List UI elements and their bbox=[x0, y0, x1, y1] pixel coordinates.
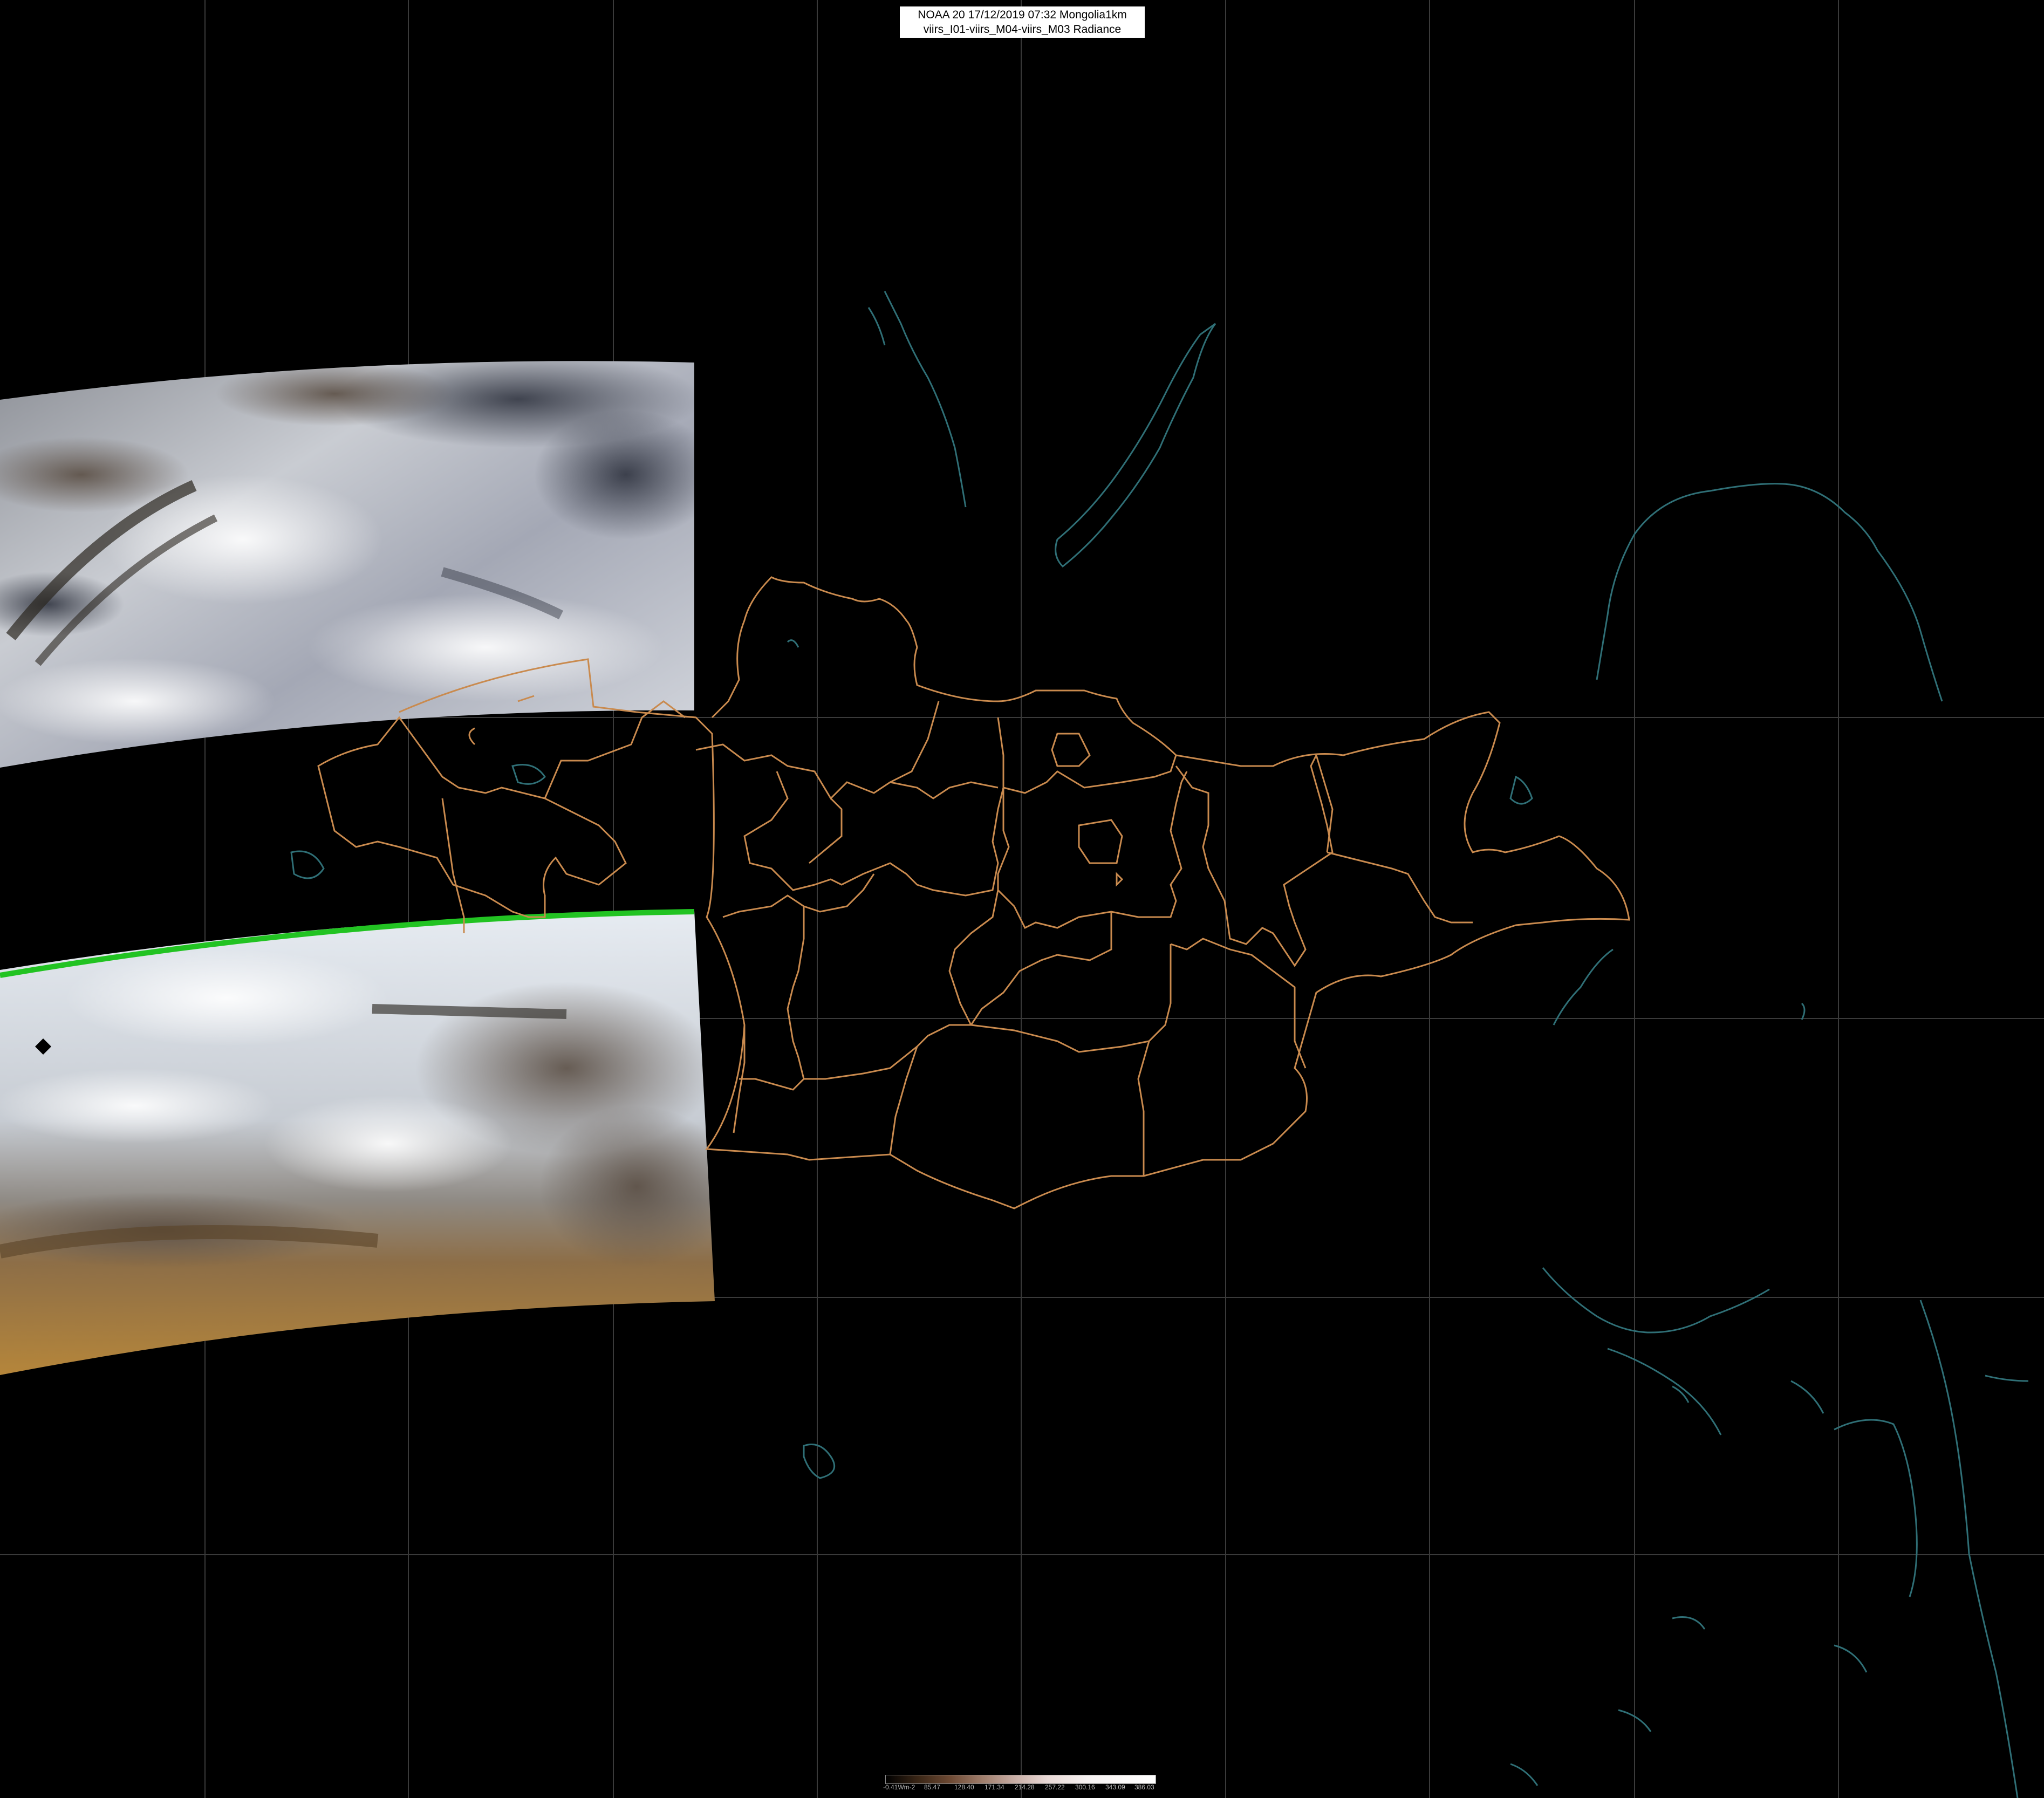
legend-label: 85.47 bbox=[924, 1783, 941, 1791]
legend-label: 343.09 bbox=[1105, 1783, 1125, 1791]
title-line-1: NOAA 20 17/12/2019 07:32 Mongolia1km bbox=[918, 9, 1127, 21]
legend-label: -0.41Wm-2 bbox=[883, 1783, 915, 1791]
legend-label: 386.03 bbox=[1134, 1783, 1154, 1791]
legend-labels: -0.41Wm-2 85.47 128.40 171.34 214.28 257… bbox=[881, 1783, 1159, 1792]
legend-label: 300.16 bbox=[1075, 1783, 1095, 1791]
legend-label: 128.40 bbox=[954, 1783, 974, 1791]
legend-label: 171.34 bbox=[985, 1783, 1004, 1791]
color-scale-bar bbox=[885, 1775, 1156, 1784]
legend-label: 214.28 bbox=[1015, 1783, 1035, 1791]
legend-label: 257.22 bbox=[1045, 1783, 1065, 1791]
title-line-2: viirs_I01-viirs_M04-viirs_M03 Radiance bbox=[923, 23, 1122, 36]
graticule bbox=[0, 0, 2044, 1798]
satellite-map bbox=[0, 0, 2044, 1798]
image-title: NOAA 20 17/12/2019 07:32 Mongolia1km vii… bbox=[900, 6, 1145, 38]
radiance-legend: -0.41Wm-2 85.47 128.40 171.34 214.28 257… bbox=[881, 1775, 1159, 1794]
satellite-swath-north bbox=[0, 361, 694, 768]
satellite-swath-south bbox=[0, 911, 715, 1375]
